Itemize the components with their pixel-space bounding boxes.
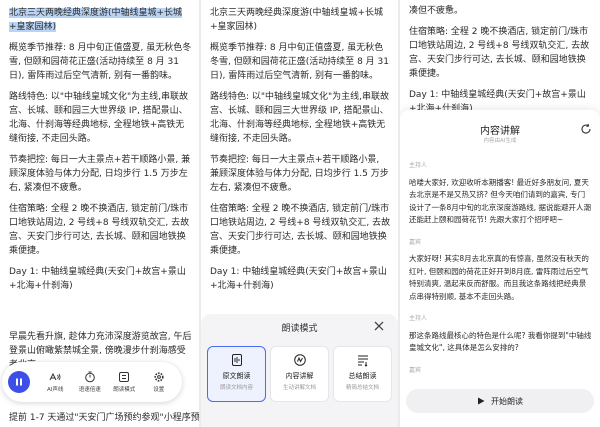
mode-subtitle: 朗读文档内容 [219,385,253,391]
ai-voice-icon [49,372,61,381]
mode-options: 原文朗读 朗读文档内容 内容讲解 生动讲解文档 总结朗读 精简总结文档 [207,346,392,402]
settings-button[interactable]: 设置 [142,371,177,393]
start-reading-button[interactable]: 开始朗读 [406,389,594,413]
dialog-line: 哈喽大家好, 欢迎收听本期播客! 最近好多朋友问, 夏天去北京是不是又热又挤? … [409,177,592,225]
doc-title: 北京三天两晚经典深度游(中轴线皇城+长城+皇家园林) [210,8,384,32]
reading-toolbar: AI声线 语速倍速 朗读模式 设置 [2,362,182,402]
doc-stay: 住宿策略: 全程 2 晚不换酒店, 锁定前门/珠市口地铁站周边, 2 号线+8 … [409,27,590,79]
summary-icon [357,355,368,367]
reading-mode-button[interactable]: 朗读模式 [107,371,142,393]
doc-day1: Day 1: 中轴线皇城经典(天安门+故宫+景山+北海+什刹海) [210,267,387,291]
document-audio-icon [231,354,242,366]
pause-icon [16,378,22,386]
play-icon [478,397,485,405]
mode-original-reading[interactable]: 原文朗读 朗读文档内容 [207,346,266,402]
doc-day1: Day 1: 中轴线皇城经典(天安门+故宫+景山+北海+什刹海) [9,267,186,291]
timer-icon [84,371,95,383]
podcast-icon [293,354,306,366]
doc-season: 概览季节推荐: 8 月中旬正值盛夏, 虽无秋色冬雪, 但颐和园荷花正盛(活动持续… [210,43,389,81]
settings-label: 设置 [153,387,165,393]
doc-rhythm: 节奏把控: 每日一大主景点+若干顺路小景, 兼顾深度体验与体力分配, 日均步行 … [210,155,389,193]
panel-reading-mode: 北京三天两晚经典深度游(中轴线皇城+长城+皇家园林) 概览季节推荐: 8 月中旬… [201,0,398,427]
doc-route: 路线特色: 以"中轴线皇城文化"为主线,串联故宫、长城、颐和园三大世界级 IP,… [9,92,189,144]
doc-rhythm-tail: 凑但不疲惫。 [409,6,464,16]
doc-title: 北京三天两晚经典深度游(中轴线皇城+长城+皇家园林) [9,6,192,34]
refresh-icon[interactable] [580,123,592,135]
mode-subtitle: 精简总结文档 [345,385,379,391]
start-reading-label: 开始朗读 [491,396,523,406]
doc-route: 路线特色: 以"中轴线皇城文化"为主线,串联故宫、长城、颐和园三大世界级 IP,… [210,92,390,144]
mode-title: 内容讲解 [285,372,314,380]
mode-content-explain[interactable]: 内容讲解 生动讲解文档 [270,346,329,402]
speaker-label: 嘉宾 [409,238,422,246]
reading-mode-sheet: 朗读模式 原文朗读 朗读文档内容 内容讲解 生动讲解文档 总结朗读 精简总结文档 [201,314,398,427]
reading-footer-text: 提前 1-7 天通过"天安门广场预约参观"小程序预 [9,413,199,423]
doc-stay: 住宿策略: 全程 2 晚不换酒店, 锁定前门/珠市口地铁站周边, 2 号线+8 … [9,204,190,256]
ai-voice-button[interactable]: AI声线 [38,371,73,393]
speaker-label: 主持人 [409,315,428,322]
close-icon[interactable] [372,319,386,333]
panel-content-explain: 凑但不疲惫。 住宿策略: 全程 2 晚不换酒店, 锁定前门/珠市口地铁站周边, … [400,0,600,427]
speed-label: 语速倍速 [78,387,101,393]
speed-button[interactable]: 语速倍速 [73,371,108,393]
mode-icon [119,372,130,382]
mode-title: 原文朗读 [222,372,251,380]
mode-title: 总结朗读 [348,372,377,380]
panel-reading-original: 北京三天两晚经典深度游(中轴线皇城+长城+皇家园林) 概览季节推荐: 8 月中旬… [0,0,199,427]
mode-summary-reading[interactable]: 总结朗读 精简总结文档 [333,346,392,402]
speaker-label: 主持人 [409,162,428,169]
dialog-line: 那这条路线最核心的特色是什么呢? 我看你提到"中轴线皇城文化", 这具体是怎么安… [409,330,592,353]
document-body: 凑但不疲惫。 住宿策略: 全程 2 晚不换酒店, 锁定前门/珠市口地铁站周边, … [400,0,600,116]
reading-mode-label: 朗读模式 [113,387,136,393]
doc-stay: 住宿策略: 全程 2 晚不换酒店, 锁定前门/珠市口地铁站周边, 2 号线+8 … [210,204,391,256]
ai-generated-note: 内容由AI生成 [483,138,517,144]
dialog-line: 大家好呀! 其实8月去北京真的有惊喜, 虽然没有秋天的红叶, 但颐和园的荷花正好… [409,254,589,301]
dialog-transcript: 主持人 哈喽大家好, 欢迎收听本期播客! 最近好多朋友问, 夏天去北京是不是又热… [409,160,592,381]
doc-rhythm: 节奏把控: 每日一大主景点+若干顺路小景, 兼顾深度体验与体力分配, 日均步行 … [9,155,191,193]
document-body: 北京三天两晚经典深度游(中轴线皇城+长城+皇家园林) 概览季节推荐: 8 月中旬… [0,0,199,293]
highlighted-title: 北京三天两晚经典深度游(中轴线皇城+长城+皇家园林) [9,8,183,32]
settings-icon [154,372,164,382]
doc-season: 概览季节推荐: 8 月中旬正值盛夏, 虽无秋色冬雪, 但颐和园荷花正盛(活动持续… [9,43,192,81]
sheet-title: 朗读模式 [281,324,318,334]
speaker-label: 嘉宾 [409,366,422,374]
explain-card: 内容讲解 内容由AI生成 主持人 哈喽大家好, 欢迎收听本期播客! 最近好多朋友… [400,110,600,427]
card-title: 内容讲解 [480,126,520,137]
ai-voice-label: AI声线 [47,387,64,393]
document-body: 北京三天两晚经典深度游(中轴线皇城+长城+皇家园林) 概览季节推荐: 8 月中旬… [201,0,398,293]
mode-subtitle: 生动讲解文档 [282,385,316,391]
pause-button[interactable] [8,371,30,393]
